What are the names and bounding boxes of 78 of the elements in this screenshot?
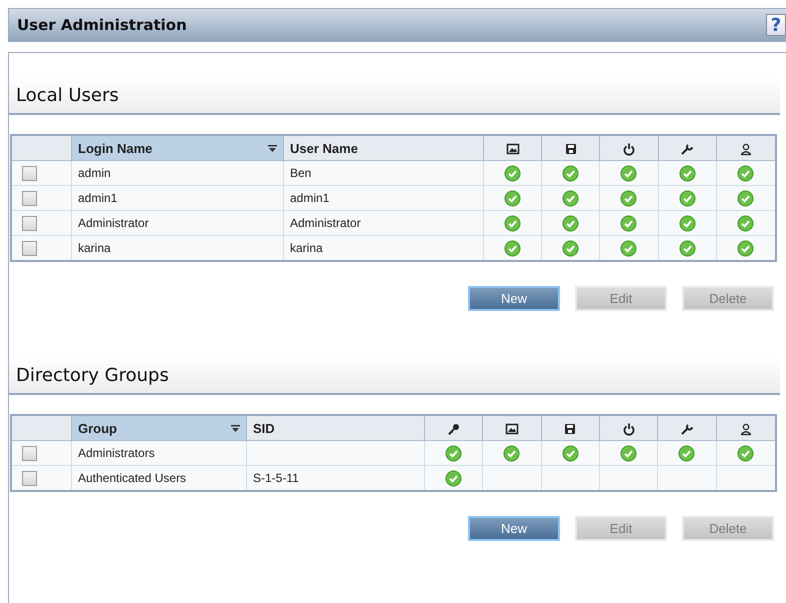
column-header[interactable]: Group	[72, 415, 246, 440]
check-icon	[678, 164, 696, 182]
table-cell: karina	[72, 236, 284, 261]
check-icon	[445, 444, 462, 462]
table-cell: S-1-5-11	[246, 466, 424, 491]
row-checkbox[interactable]	[22, 240, 37, 256]
check-icon	[562, 444, 579, 462]
check-icon	[678, 240, 696, 256]
check-icon	[737, 164, 754, 182]
row-checkbox[interactable]	[22, 190, 37, 206]
column-header[interactable]	[482, 415, 542, 440]
wrench-icon	[680, 422, 694, 436]
column-header[interactable]	[716, 135, 776, 160]
power-icon	[622, 422, 636, 436]
sort-icon	[231, 424, 240, 432]
row-checkbox[interactable]	[22, 470, 37, 486]
check-icon	[737, 190, 754, 206]
save-icon	[563, 422, 578, 436]
check-icon	[504, 214, 522, 232]
check-icon	[620, 240, 638, 256]
table-cell: admin1	[72, 186, 284, 210]
column-header[interactable]: Login Name	[72, 135, 284, 160]
table-cell: Administrators	[72, 440, 246, 466]
user-icon	[738, 142, 753, 156]
check-icon	[562, 164, 580, 182]
section-title: Directory Groups	[16, 364, 169, 386]
check-icon	[503, 444, 520, 462]
column-header[interactable]	[541, 415, 600, 440]
table-cell: Administrator	[284, 210, 484, 236]
check-icon	[678, 190, 696, 206]
table-cell: Administrator	[72, 210, 284, 236]
check-icon	[504, 240, 522, 256]
column-header[interactable]	[424, 415, 483, 440]
table-cell: admin1	[284, 186, 484, 210]
column-header[interactable]: SID	[246, 415, 424, 440]
check-icon	[504, 190, 522, 206]
check-icon	[562, 240, 580, 256]
sort-icon	[268, 144, 277, 152]
check-icon	[445, 470, 462, 486]
column-header[interactable]: User Name	[284, 135, 484, 160]
check-icon	[737, 444, 754, 462]
header-cell	[11, 415, 72, 440]
help-button[interactable]: ?	[766, 14, 786, 36]
save-icon	[564, 142, 578, 156]
check-icon	[562, 190, 580, 206]
check-icon	[620, 164, 638, 182]
section-title: Local Users	[16, 84, 119, 106]
table-cell: Ben	[284, 160, 484, 186]
column-header[interactable]	[542, 135, 600, 160]
row-checkbox[interactable]	[22, 216, 37, 231]
picture-icon	[504, 422, 519, 436]
header-cell	[11, 135, 72, 160]
check-icon	[678, 444, 696, 462]
table-cell: Authenticated Users	[72, 466, 246, 491]
new-button[interactable]: New	[468, 286, 560, 311]
row-checkbox[interactable]	[22, 446, 37, 461]
check-icon	[620, 190, 638, 206]
power-icon	[622, 142, 636, 156]
check-icon	[504, 164, 522, 182]
table-cell: admin	[72, 160, 284, 186]
column-header[interactable]	[484, 135, 542, 160]
new-button[interactable]: New	[468, 516, 560, 541]
column-header[interactable]	[716, 415, 776, 440]
user-icon	[738, 422, 753, 436]
row-checkbox[interactable]	[22, 166, 37, 181]
window-title: User Administration	[17, 16, 187, 34]
check-icon	[678, 214, 696, 232]
picture-icon	[506, 142, 520, 156]
wrench-icon	[680, 142, 694, 156]
check-icon	[737, 240, 754, 256]
check-icon	[620, 444, 638, 462]
column-header[interactable]	[600, 135, 658, 160]
table-cell: karina	[284, 236, 484, 261]
key-icon	[446, 422, 461, 436]
column-header[interactable]	[599, 415, 658, 440]
check-icon	[737, 214, 754, 232]
check-icon	[562, 214, 580, 232]
check-icon	[620, 214, 638, 232]
